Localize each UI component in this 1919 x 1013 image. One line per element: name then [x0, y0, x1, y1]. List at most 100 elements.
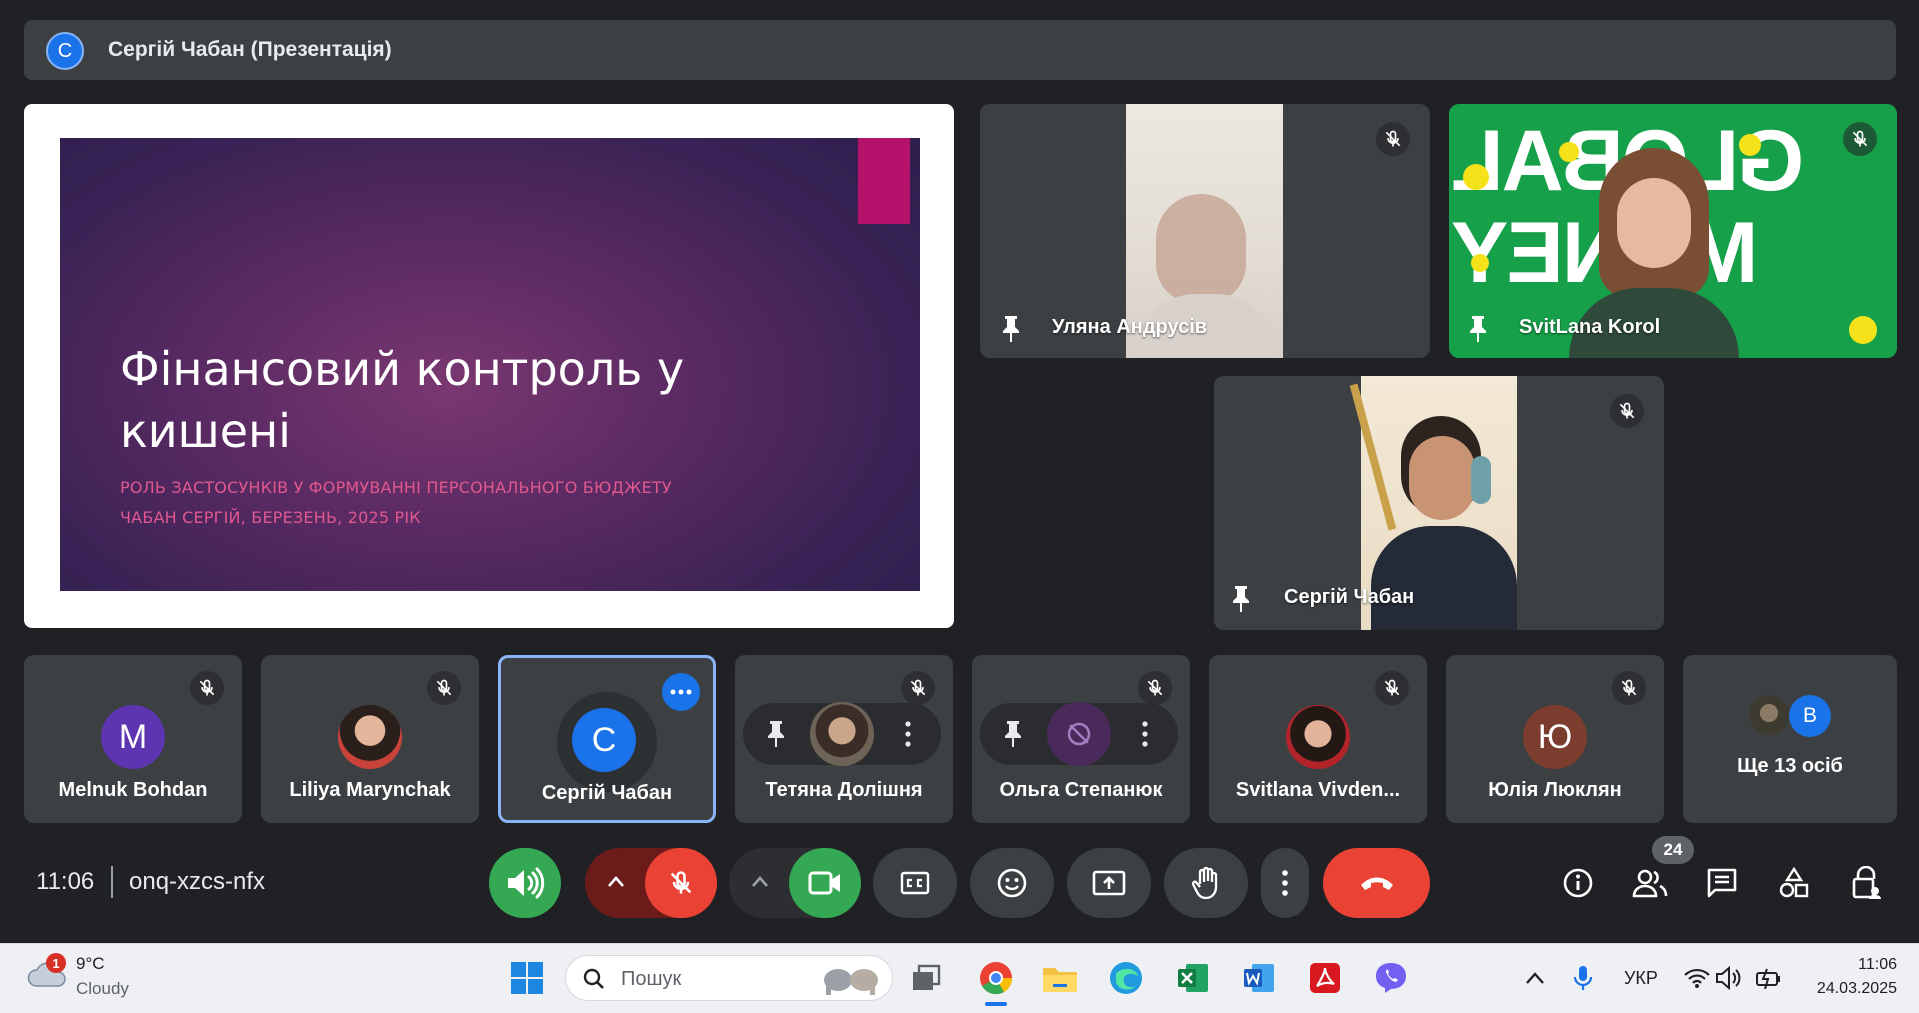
mic-off-icon	[901, 671, 935, 705]
avatar-photo	[1286, 705, 1350, 769]
more-vert-icon[interactable]	[905, 721, 911, 747]
weather-badge: 1	[46, 953, 66, 973]
more-vert-icon	[1282, 870, 1288, 896]
videocam-icon	[808, 871, 840, 895]
reactions-button[interactable]	[970, 848, 1054, 918]
participant-name: Уляна Андрусів	[1052, 316, 1208, 338]
activities-button[interactable]	[1769, 858, 1819, 908]
camera-group	[729, 848, 861, 918]
pin-icon[interactable]	[1000, 314, 1022, 344]
weather-condition: Cloudy	[76, 979, 129, 998]
lock-person-icon	[1852, 866, 1881, 899]
mic-off-icon	[1612, 671, 1646, 705]
activities-icon	[1779, 867, 1809, 898]
participant-name: SvitLana Korol	[1519, 316, 1661, 338]
clock-date[interactable]: 24.03.2025	[1797, 980, 1897, 998]
word-icon[interactable]	[1239, 958, 1279, 998]
show-hidden-icons-chevron[interactable]	[1515, 958, 1555, 998]
more-options-icon[interactable]	[662, 673, 700, 711]
leave-call-button[interactable]	[1323, 848, 1430, 918]
emoji-icon	[997, 868, 1027, 898]
participant-name: Svitlana Vivden...	[1235, 779, 1401, 801]
mic-off-icon	[427, 671, 461, 705]
excel-icon[interactable]	[1173, 958, 1213, 998]
more-options-button[interactable]	[1261, 848, 1309, 918]
meeting-code: onq-xzcs-nfx	[129, 868, 266, 895]
volume-icon	[508, 867, 545, 899]
viber-icon[interactable]	[1371, 958, 1411, 998]
edge-icon[interactable]	[1106, 958, 1146, 998]
hand-icon	[1191, 866, 1218, 900]
camera-toggle-button[interactable]	[789, 848, 861, 918]
chevron-up-icon[interactable]	[607, 874, 625, 888]
search-placeholder: Пошук	[621, 968, 682, 990]
participant-tile[interactable]: Ольга Степанюк	[972, 655, 1190, 823]
chevron-up-icon[interactable]	[751, 874, 769, 888]
avatar-photo	[810, 702, 874, 766]
participant-tile-active[interactable]: С Сергій Чабан	[498, 655, 716, 823]
more-participants-label: Ще 13 осіб	[1737, 755, 1843, 777]
presentation-slide[interactable]: Фінансовий контроль у кишені РОЛЬ ЗАСТОС…	[24, 104, 954, 628]
active-app-indicator	[985, 1002, 1007, 1006]
present-button[interactable]	[1067, 848, 1151, 918]
start-button[interactable]	[507, 958, 547, 998]
avatar: M	[101, 705, 165, 769]
people-button[interactable]	[1625, 858, 1675, 908]
mic-off-icon	[1843, 122, 1877, 156]
participant-name: Melnuk Bohdan	[58, 779, 208, 801]
mic-off-icon	[1610, 394, 1644, 428]
participant-tile[interactable]: Ю Юлія Люклян	[1446, 655, 1664, 823]
participant-tile[interactable]: Liliya Marynchak	[261, 655, 479, 823]
chat-icon	[1707, 868, 1737, 898]
chat-button[interactable]	[1697, 858, 1747, 908]
slide-content: Фінансовий контроль у кишені РОЛЬ ЗАСТОС…	[60, 138, 920, 591]
hover-controls	[743, 702, 941, 766]
acrobat-icon[interactable]	[1305, 958, 1345, 998]
more-vert-icon[interactable]	[1142, 721, 1148, 747]
participant-name: Юлія Люклян	[1488, 779, 1622, 801]
file-explorer-icon[interactable]	[1040, 958, 1080, 998]
video-tile-svitlana-korol[interactable]: GLOBAL MONEY SvitLana Korol	[1449, 104, 1897, 358]
video-tile-serhii-chaban[interactable]: Сергій Чабан	[1214, 376, 1664, 630]
participant-tile[interactable]: M Melnuk Bohdan	[24, 655, 242, 823]
presenter-title: Сергій Чабан (Презентація)	[108, 38, 392, 61]
captions-button[interactable]	[873, 848, 957, 918]
avatar-photo	[338, 705, 402, 769]
slide-accent-tab	[858, 138, 910, 224]
mic-toggle-button[interactable]	[645, 848, 717, 918]
raise-hand-button[interactable]	[1164, 848, 1248, 918]
clock-time[interactable]: 11:06	[1812, 956, 1897, 974]
pin-icon[interactable]	[1467, 314, 1489, 344]
pin-icon[interactable]	[1002, 719, 1024, 749]
video-tile-uliana[interactable]: Уляна Андрусів	[980, 104, 1430, 358]
mic-group	[585, 848, 717, 918]
participant-name: Ольга Степанюк	[999, 779, 1163, 801]
participant-tile[interactable]: Svitlana Vivden...	[1209, 655, 1427, 823]
volume-tray-icon[interactable]	[1709, 958, 1749, 998]
visibility-off-icon	[1067, 722, 1091, 746]
more-participants-tile[interactable]: B Ще 13 осіб	[1683, 655, 1897, 823]
closed-captions-icon	[900, 871, 930, 895]
language-indicator[interactable]: УКР	[1624, 968, 1658, 989]
pin-icon[interactable]	[765, 719, 787, 749]
speaker-button[interactable]	[489, 848, 561, 918]
microphone-tray-icon[interactable]	[1563, 958, 1603, 998]
task-view-icon[interactable]	[906, 958, 946, 998]
meeting-time: 11:06	[36, 868, 95, 895]
elephant-icon	[824, 969, 878, 995]
hover-controls	[980, 702, 1178, 766]
divider	[111, 866, 113, 898]
people-icon	[1632, 869, 1668, 898]
battery-icon[interactable]	[1749, 958, 1789, 998]
participant-name: Liliya Marynchak	[289, 779, 451, 801]
avatar-photo-group	[1749, 695, 1789, 735]
taskbar-search[interactable]: Пошук	[565, 955, 893, 1001]
participant-tile[interactable]: Тетяна Долішня	[735, 655, 953, 823]
weather-temp: 9°C	[76, 954, 105, 973]
meeting-details-button[interactable]	[1553, 858, 1603, 908]
call-end-icon	[1360, 877, 1393, 890]
host-controls-button[interactable]	[1841, 858, 1891, 908]
chrome-icon[interactable]	[976, 958, 1016, 998]
info-icon	[1563, 868, 1593, 898]
pin-icon[interactable]	[1230, 584, 1252, 614]
